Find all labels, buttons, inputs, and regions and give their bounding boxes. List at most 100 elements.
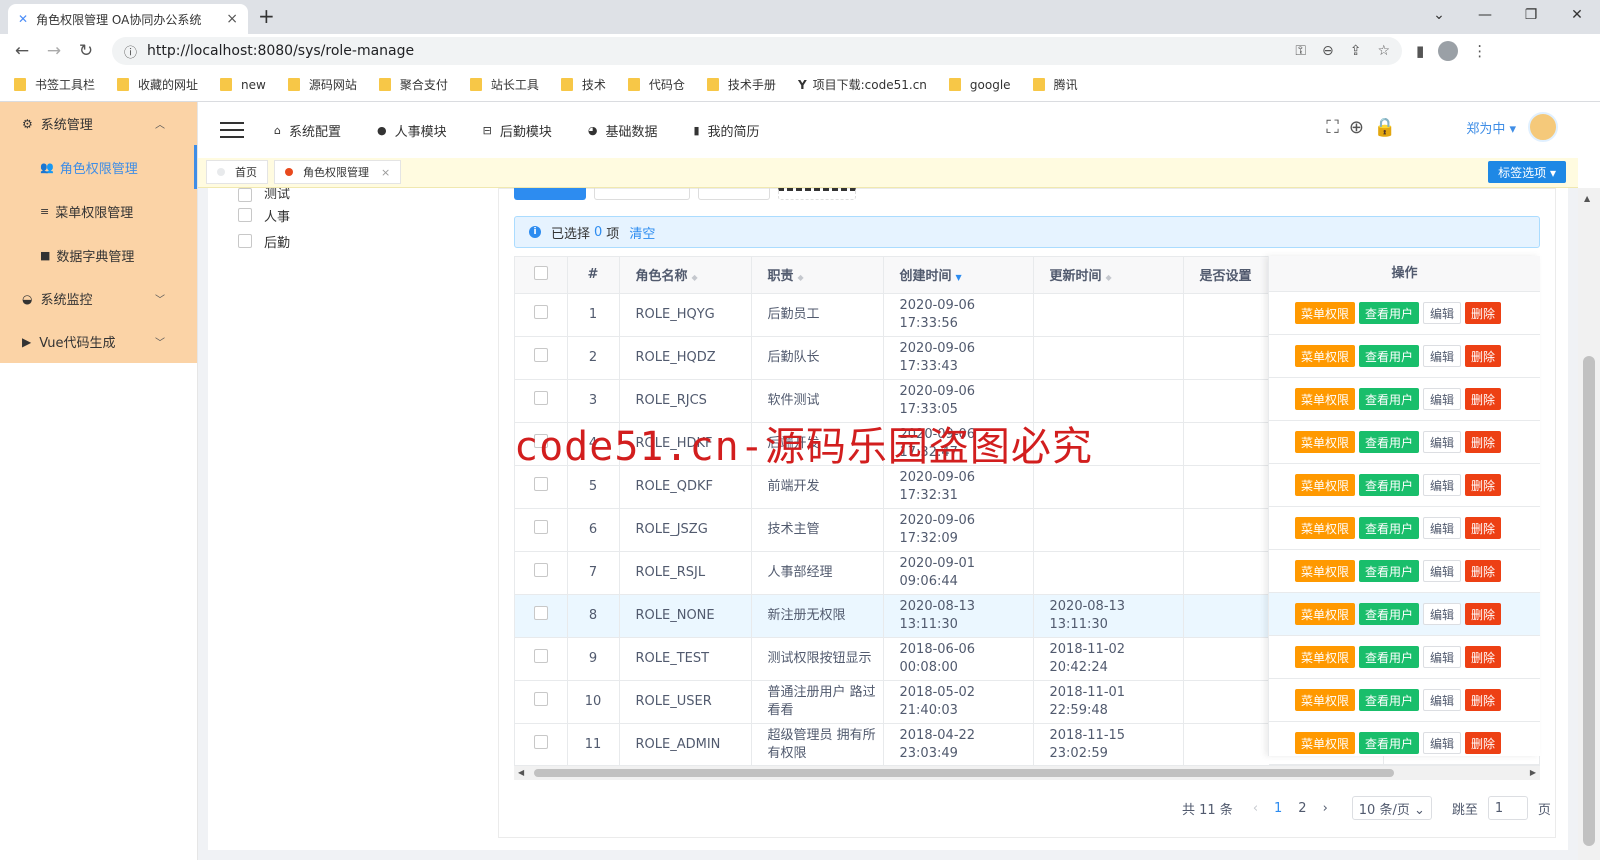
- site-info-icon[interactable]: ⓘ: [124, 42, 137, 61]
- star-icon[interactable]: ☆: [1377, 43, 1390, 59]
- horizontal-scrollbar[interactable]: ◀ ▶: [514, 766, 1540, 780]
- prev-page-icon[interactable]: ‹: [1253, 801, 1258, 816]
- delete-button[interactable]: 删除: [1465, 689, 1502, 711]
- bookmark-item[interactable]: 技术手册: [706, 76, 776, 93]
- edit-button[interactable]: 编辑: [1423, 603, 1462, 625]
- tab-close-icon[interactable]: ×: [226, 11, 238, 27]
- sort-desc-icon[interactable]: ▼: [956, 273, 962, 282]
- menu-toggle-icon[interactable]: [220, 117, 244, 143]
- delete-button[interactable]: 删除: [1465, 517, 1502, 539]
- edit-button[interactable]: 编辑: [1423, 388, 1462, 410]
- sort-icon[interactable]: ◆: [692, 273, 698, 282]
- zoom-icon[interactable]: ⊖: [1322, 43, 1334, 59]
- bookmark-item[interactable]: 聚合支付: [378, 76, 448, 93]
- edit-button[interactable]: 编辑: [1423, 345, 1462, 367]
- scroll-left-icon[interactable]: ◀: [518, 766, 524, 780]
- sort-icon[interactable]: ◆: [798, 273, 804, 282]
- view-users-button[interactable]: 查看用户: [1359, 302, 1420, 324]
- edit-button[interactable]: 编辑: [1423, 689, 1462, 711]
- edit-button[interactable]: 编辑: [1423, 474, 1462, 496]
- view-users-button[interactable]: 查看用户: [1359, 431, 1420, 453]
- menu-permission-button[interactable]: 菜单权限: [1295, 646, 1356, 668]
- jump-input[interactable]: 1: [1487, 796, 1528, 820]
- tree-node[interactable]: 后勤: [238, 228, 290, 254]
- edit-button[interactable]: 编辑: [1423, 646, 1462, 668]
- menu-system-manage[interactable]: ⚙ 系统管理 ︿: [0, 102, 197, 145]
- row-checkbox[interactable]: [533, 605, 548, 620]
- col-updated[interactable]: 更新时间 ◆: [1033, 257, 1184, 294]
- bookmark-item[interactable]: 代码仓: [627, 76, 685, 93]
- view-users-button[interactable]: 查看用户: [1359, 345, 1420, 367]
- lock-icon[interactable]: 🔒: [1374, 117, 1396, 138]
- bookmark-item[interactable]: 技术: [560, 76, 606, 93]
- view-users-button[interactable]: 查看用户: [1359, 517, 1420, 539]
- row-checkbox[interactable]: [533, 562, 548, 577]
- menu-vue-codegen[interactable]: ▶ Vue代码生成 ﹀: [0, 320, 197, 363]
- scroll-right-icon[interactable]: ▶: [1530, 766, 1536, 780]
- globe-icon[interactable]: ⊕: [1349, 117, 1364, 138]
- browser-tab[interactable]: ✕ 角色权限管理 OA协同办公系统 ×: [8, 4, 248, 34]
- forward-icon[interactable]: →: [38, 41, 70, 61]
- row-checkbox[interactable]: [533, 304, 548, 319]
- sidebar-item-role-permission[interactable]: 👥 角色权限管理: [0, 145, 197, 189]
- delete-button[interactable]: 删除: [1465, 474, 1502, 496]
- page-scrollbar[interactable]: ▲: [1578, 188, 1600, 860]
- row-checkbox[interactable]: [533, 648, 548, 663]
- fullscreen-icon[interactable]: ⛶: [1326, 117, 1339, 138]
- back-icon[interactable]: ←: [6, 41, 38, 61]
- clear-selection-link[interactable]: 清空: [629, 223, 655, 242]
- menu-permission-button[interactable]: 菜单权限: [1295, 474, 1356, 496]
- menu-permission-button[interactable]: 菜单权限: [1295, 517, 1356, 539]
- tag-options-button[interactable]: 标签选项 ▾: [1488, 161, 1566, 183]
- profile-icon[interactable]: [1438, 41, 1459, 61]
- toolbar-button[interactable]: [778, 188, 856, 200]
- col-created[interactable]: 创建时间 ▼: [883, 257, 1034, 294]
- bookmark-item[interactable]: google: [948, 78, 1011, 92]
- nav-system-config[interactable]: ⌂ 系统配置: [274, 121, 341, 140]
- minimize-icon[interactable]: —: [1462, 0, 1508, 34]
- tree-checkbox[interactable]: [238, 208, 252, 222]
- menu-permission-button[interactable]: 菜单权限: [1295, 302, 1356, 324]
- col-duty[interactable]: 职责 ◆: [751, 257, 884, 294]
- add-button[interactable]: [514, 188, 586, 200]
- delete-button[interactable]: 删除: [1465, 603, 1502, 625]
- menu-permission-button[interactable]: 菜单权限: [1295, 345, 1356, 367]
- delete-button[interactable]: 删除: [1465, 302, 1502, 324]
- side-panel-icon[interactable]: ▮: [1416, 42, 1424, 60]
- col-role-name[interactable]: 角色名称 ◆: [619, 257, 752, 294]
- sidebar-item-menu-permission[interactable]: ≡ 菜单权限管理: [0, 189, 197, 233]
- edit-button[interactable]: 编辑: [1423, 517, 1462, 539]
- bookmark-item[interactable]: 源码网站: [287, 76, 357, 93]
- view-users-button[interactable]: 查看用户: [1359, 689, 1420, 711]
- toolbar-button[interactable]: [594, 188, 690, 200]
- page-2[interactable]: 2: [1298, 801, 1306, 816]
- sort-icon[interactable]: ◆: [1106, 273, 1112, 282]
- nav-my-resume[interactable]: ▮ 我的简历: [693, 121, 759, 140]
- menu-permission-button[interactable]: 菜单权限: [1295, 431, 1356, 453]
- bookmark-item[interactable]: 书签工具栏: [14, 76, 95, 93]
- new-tab-button[interactable]: +: [258, 4, 275, 28]
- avatar[interactable]: [1528, 112, 1558, 142]
- menu-permission-button[interactable]: 菜单权限: [1295, 560, 1356, 582]
- view-users-button[interactable]: 查看用户: [1359, 732, 1420, 754]
- menu-permission-button[interactable]: 菜单权限: [1295, 388, 1356, 410]
- reload-icon[interactable]: ↻: [70, 41, 102, 61]
- page-size-select[interactable]: 10 条/页 ⌄: [1351, 796, 1432, 820]
- row-checkbox[interactable]: [533, 691, 548, 706]
- bookmark-item[interactable]: 腾讯: [1032, 76, 1078, 93]
- delete-button[interactable]: 删除: [1465, 646, 1502, 668]
- scroll-up-icon[interactable]: ▲: [1584, 194, 1590, 203]
- delete-button[interactable]: 删除: [1465, 388, 1502, 410]
- tree-checkbox[interactable]: [238, 188, 252, 202]
- row-checkbox[interactable]: [533, 476, 548, 491]
- bookmark-item[interactable]: 站长工具: [469, 76, 539, 93]
- key-icon[interactable]: ⚿: [1295, 43, 1306, 59]
- edit-button[interactable]: 编辑: [1423, 732, 1462, 754]
- user-menu[interactable]: 郑为中 ▾: [1466, 118, 1516, 137]
- edit-button[interactable]: 编辑: [1423, 431, 1462, 453]
- nav-logistics-module[interactable]: ⊟ 后勤模块: [483, 121, 552, 140]
- view-users-button[interactable]: 查看用户: [1359, 646, 1420, 668]
- bookmark-item[interactable]: Y 项目下载:code51.cn: [798, 76, 927, 93]
- tree-node[interactable]: 测试: [238, 188, 290, 202]
- edit-button[interactable]: 编辑: [1423, 560, 1462, 582]
